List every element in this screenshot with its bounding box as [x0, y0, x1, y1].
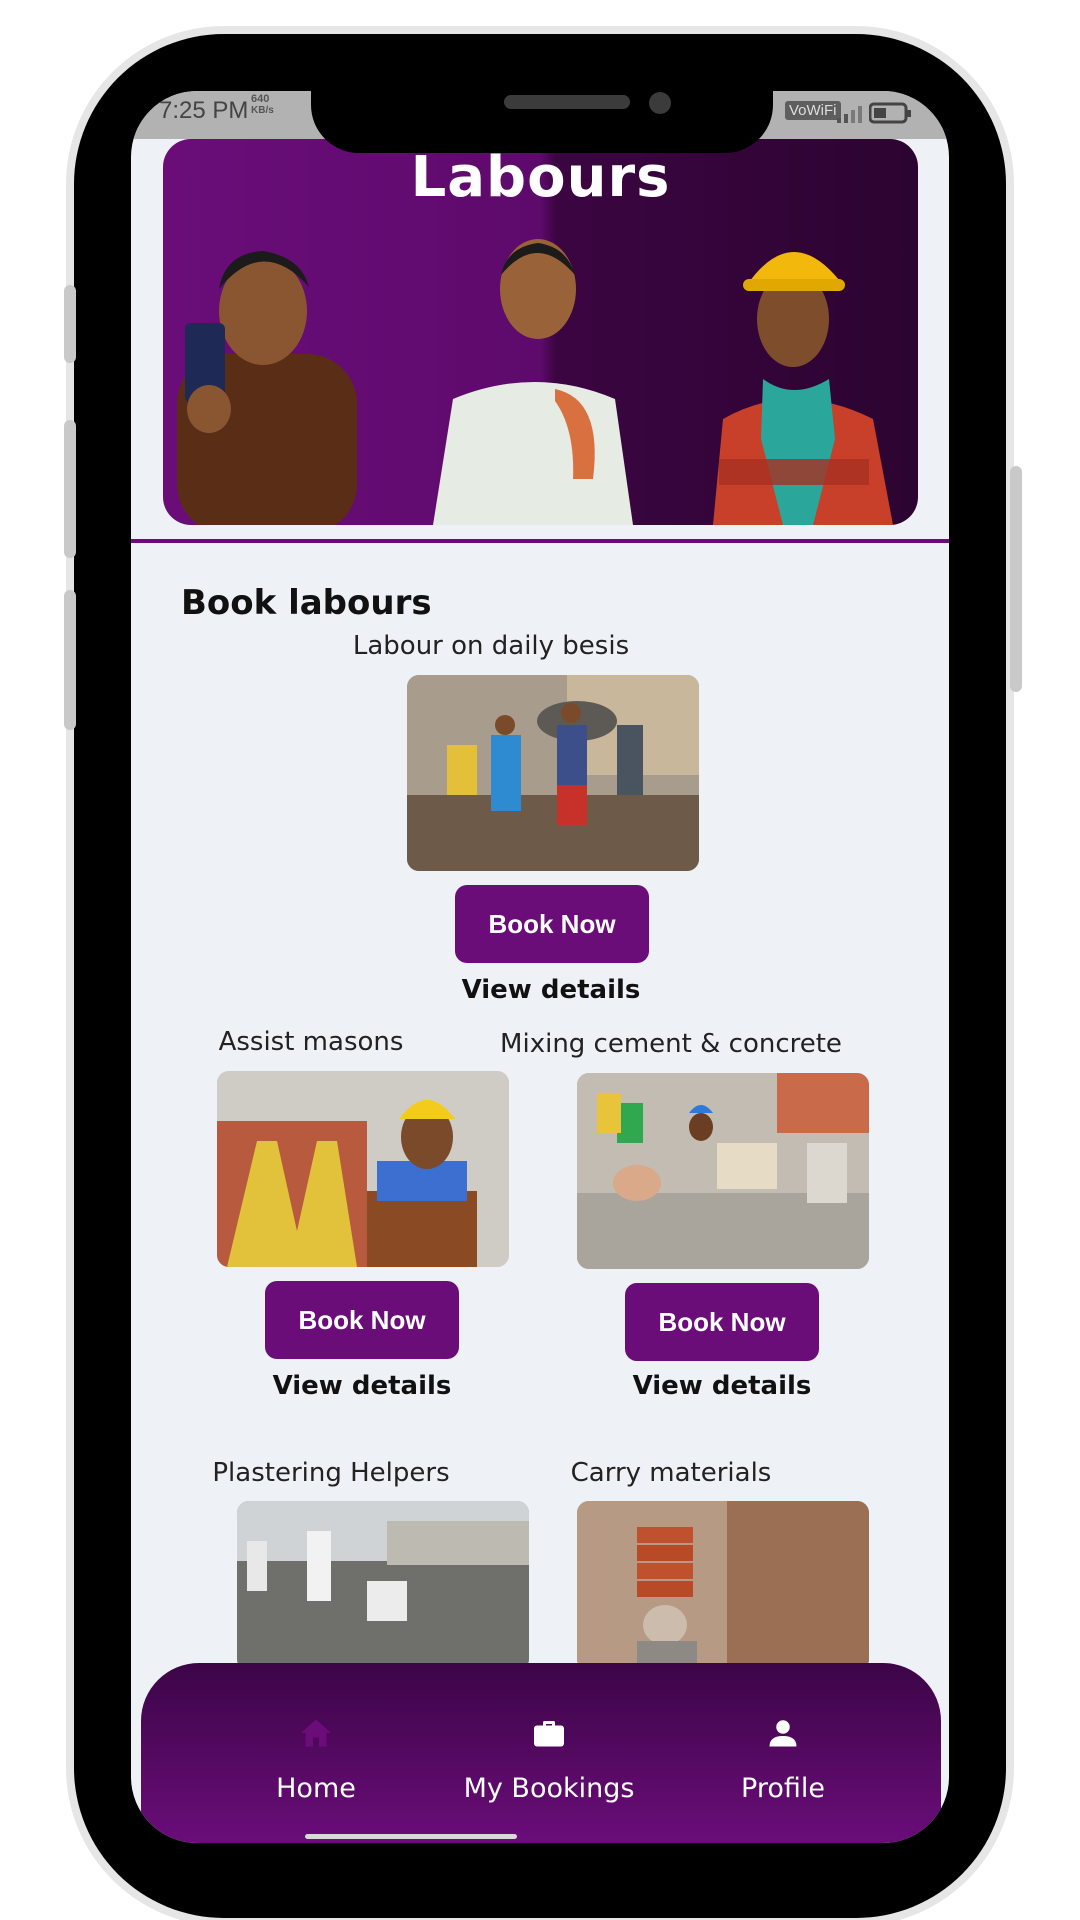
section-title: Book labours — [181, 583, 432, 623]
mixing-cement-photo — [577, 1073, 869, 1269]
mute-switch — [64, 285, 76, 363]
nav-label-home: Home — [276, 1773, 356, 1804]
home-icon — [301, 1719, 331, 1747]
daily-labour-photo — [407, 675, 699, 871]
speaker-grille — [504, 95, 630, 109]
book-now-button-assist-masons[interactable]: Book Now — [265, 1281, 459, 1359]
nav-label-profile: Profile — [741, 1773, 825, 1804]
battery-icon — [869, 102, 911, 124]
header-divider — [131, 539, 949, 543]
book-now-button-mixing-cement[interactable]: Book Now — [625, 1283, 819, 1361]
nav-item-profile[interactable]: Profile — [683, 1663, 883, 1813]
view-details-link-mixing-cement[interactable]: View details — [572, 1371, 872, 1401]
volume-up-button — [64, 420, 76, 558]
nav-item-my-bookings[interactable]: My Bookings — [449, 1663, 649, 1813]
home-indicator[interactable] — [305, 1834, 517, 1839]
card-daily-labour: Labour on daily besis — [311, 631, 671, 661]
nav-label-my-bookings: My Bookings — [463, 1773, 635, 1804]
front-camera — [649, 92, 671, 114]
nav-item-home[interactable]: Home — [216, 1663, 416, 1813]
person-icon — [769, 1720, 797, 1747]
card-label-plastering-helpers: Plastering Helpers — [212, 1458, 450, 1488]
camera-notch — [311, 91, 773, 153]
signal-icon — [837, 106, 862, 123]
card-label-assist-masons: Assist masons — [218, 1027, 404, 1057]
assist-masons-photo — [217, 1071, 509, 1267]
carry-materials-photo — [577, 1501, 869, 1671]
hero-title: Labours — [410, 145, 671, 210]
power-button — [1010, 466, 1022, 692]
hero-banner: Labours — [163, 139, 918, 525]
app-screen: 7:25 PM 640 KB/s VoWiFi Labours Book lab… — [131, 91, 949, 1843]
net-speed-value: 640 — [251, 93, 270, 105]
card-label-mixing-cement: Mixing cement & concrete — [500, 1029, 842, 1059]
view-details-link-daily[interactable]: View details — [401, 975, 701, 1005]
status-time: 7:25 PM — [159, 97, 249, 124]
briefcase-icon — [534, 1721, 564, 1747]
volume-down-button — [64, 590, 76, 730]
plastering-helpers-photo — [237, 1501, 529, 1671]
net-speed-unit: KB/s — [251, 105, 274, 116]
card-label-carry-materials: Carry materials — [570, 1458, 772, 1488]
vowifi-badge: VoWiFi — [785, 101, 841, 120]
view-details-link-assist-masons[interactable]: View details — [212, 1371, 512, 1401]
bottom-navigation: Home My Bookings Profile — [141, 1663, 941, 1843]
card-label: Labour on daily besis — [352, 631, 630, 661]
book-now-button-daily[interactable]: Book Now — [455, 885, 649, 963]
